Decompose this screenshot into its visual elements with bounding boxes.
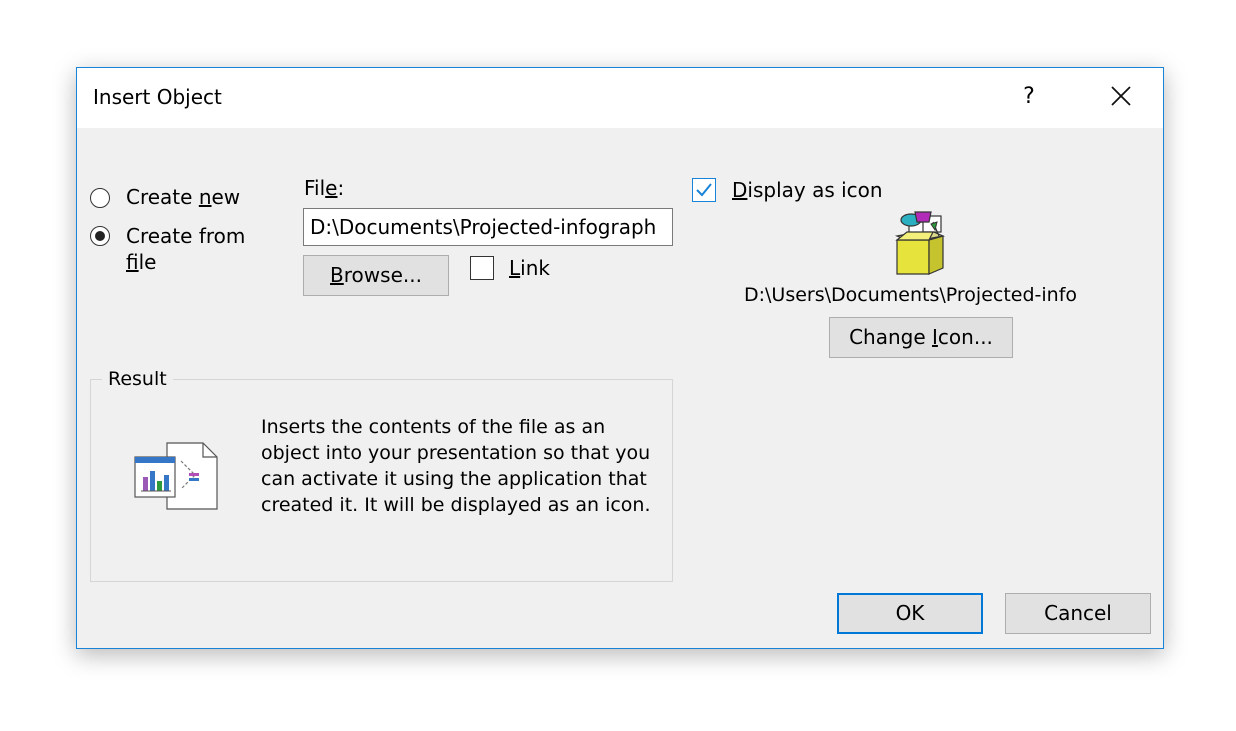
link-checkbox[interactable] [470,256,494,280]
create-new-option[interactable]: Create new [90,185,240,209]
result-legend: Result [102,368,173,390]
icon-caption: D:\Users\Documents\Projected-info [744,284,1078,306]
dialog-title: Insert Object [93,85,222,109]
browse-button[interactable]: Browse... [303,255,449,296]
file-path-input[interactable]: D:\Documents\Projected-infograph [303,208,673,246]
create-new-radio[interactable] [90,188,110,208]
help-button[interactable]: ? [1017,82,1041,112]
cancel-button[interactable]: Cancel [1005,593,1151,634]
package-icon [889,210,951,280]
display-as-icon-label: Display as icon [732,178,883,202]
ok-button[interactable]: OK [837,593,983,634]
result-description: Inserts the contents of the file as an o… [261,416,651,516]
result-object-icon [133,441,221,515]
link-label: Link [509,256,550,280]
change-icon-button[interactable]: Change Icon... [829,317,1013,358]
create-from-file-option[interactable]: Create from file [90,223,245,275]
close-button[interactable] [1103,82,1139,112]
create-new-label: Create new [126,185,241,209]
create-from-file-label: Create from file [126,224,246,274]
checkmark-icon [696,183,712,197]
insert-object-dialog: Insert Object ? Create new Create from f… [76,67,1164,649]
create-from-file-radio[interactable] [90,226,110,246]
file-label: File: [304,176,345,200]
close-icon [1111,86,1131,106]
title-bar: Insert Object ? [77,68,1163,128]
display-as-icon-checkbox[interactable] [692,178,716,202]
